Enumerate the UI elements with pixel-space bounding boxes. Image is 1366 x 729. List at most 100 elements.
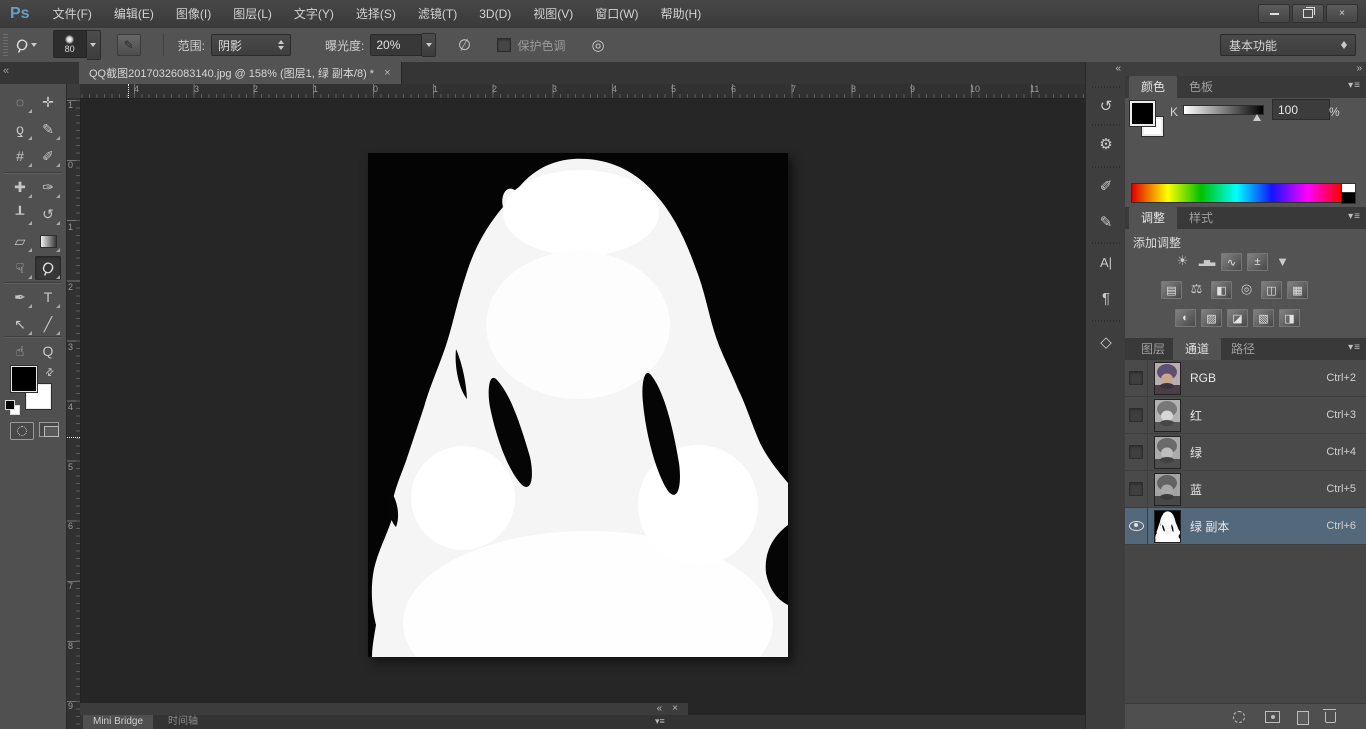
tab-mini-bridge[interactable]: Mini Bridge [83,715,153,729]
new-channel-button[interactable] [1297,711,1309,725]
menu-view[interactable]: 视图(V) [522,0,584,28]
menu-file[interactable]: 文件(F) [42,0,103,28]
zoom-tool[interactable]: Q [35,339,61,363]
color-spectrum-ramp[interactable] [1131,183,1342,203]
dodge-tool[interactable]: Ϙ [35,256,61,280]
menu-type[interactable]: 文字(Y) [283,0,345,28]
collapse-arrows-icon[interactable]: « [3,65,9,77]
minimize-button[interactable] [1258,4,1290,23]
horizontal-ruler[interactable]: 4 3 2 1 0 1 2 3 4 5 6 7 8 9 10 11 [80,84,1085,99]
panel-menu-icon[interactable]: ▾≡ [655,716,665,727]
quick-mask-button[interactable] [10,422,34,440]
menu-filter[interactable]: 滤镜(T) [407,0,468,28]
elliptical-marquee-tool[interactable]: ◌ [7,90,33,114]
workspace-switcher[interactable]: 基本功能 [1220,34,1356,56]
channel-row-blue[interactable]: 蓝 Ctrl+5 [1125,471,1366,508]
smudge-tool[interactable]: ☟ [7,256,33,280]
black-white-icon[interactable]: ◧ [1211,281,1232,299]
document-tab[interactable]: QQ截图20170326083140.jpg @ 158% (图层1, 绿 副本… [79,62,402,84]
character-panel-button[interactable]: A| [1091,248,1121,276]
black-swatch[interactable] [1341,192,1356,204]
vibrance-icon[interactable]: ▼ [1273,253,1292,269]
save-selection-button[interactable] [1265,711,1280,723]
brightness-contrast-icon[interactable]: ☀ [1173,253,1192,269]
menu-help[interactable]: 帮助(H) [650,0,713,28]
channel-row-green[interactable]: 绿 Ctrl+4 [1125,434,1366,471]
restore-button[interactable] [1292,4,1324,23]
lasso-tool[interactable]: ƍ [7,117,33,141]
tab-channels[interactable]: 通道 [1173,338,1221,360]
menu-window[interactable]: 窗口(W) [584,0,649,28]
tool-preset-picker[interactable]: Ϙ [16,37,37,54]
brush-panel-button[interactable]: ✐ [1091,172,1121,200]
exposure-icon[interactable]: ± [1247,253,1268,271]
channel-row-red[interactable]: 红 Ctrl+3 [1125,397,1366,434]
tab-adjustments[interactable]: 调整 [1129,207,1177,229]
menu-select[interactable]: 选择(S) [345,0,407,28]
foreground-color-swatch[interactable] [1130,101,1155,126]
spot-healing-brush-tool[interactable]: ✚ [7,175,33,199]
menu-3d[interactable]: 3D(D) [468,0,522,28]
quick-selection-tool[interactable]: ✎ [35,117,61,141]
default-colors-icon[interactable] [5,400,15,410]
channel-mixer-icon[interactable]: ◫ [1261,281,1282,299]
pen-tool[interactable]: ✒ [7,285,33,309]
airbrush-toggle-icon[interactable]: ∅ [457,35,473,55]
hand-tool[interactable]: ☝ [7,339,33,363]
options-grip[interactable] [3,34,8,56]
brush-size-picker[interactable]: 80 [53,30,101,60]
exposure-input[interactable]: 20% [370,34,422,56]
move-tool[interactable]: ✛ [35,90,61,114]
screen-mode-button[interactable] [39,422,59,437]
photo-filter-icon[interactable]: ◎ [1237,281,1256,297]
color-lookup-icon[interactable]: ▦ [1287,281,1308,299]
menu-layer[interactable]: 图层(L) [222,0,283,28]
eraser-tool[interactable]: ▱ [7,229,33,253]
visibility-cell[interactable] [1125,508,1148,544]
visibility-cell[interactable] [1125,471,1148,507]
tab-timeline[interactable]: 时间轴 [158,715,208,729]
path-selection-tool[interactable]: ↖ [7,312,33,336]
swap-colors-icon[interactable]: ⇄ [43,366,57,380]
posterize-icon[interactable]: ▨ [1201,309,1222,327]
hue-saturation-icon[interactable]: ▤ [1161,281,1182,299]
exposure-dropdown-button[interactable] [422,33,436,57]
vertical-ruler[interactable]: 1 0 1 2 3 4 5 6 7 8 9 [66,98,81,729]
tab-color[interactable]: 颜色 [1129,76,1177,98]
line-tool[interactable]: ╱ [35,312,61,336]
visibility-cell[interactable] [1125,434,1148,470]
invert-icon[interactable]: ◐ [1175,309,1196,327]
panel-menu-icon[interactable]: ▾≡ [1348,80,1361,91]
foreground-color-swatch[interactable] [11,366,37,392]
history-panel-button[interactable]: ↺ [1091,92,1121,120]
close-button[interactable]: × [1326,4,1358,23]
range-select[interactable]: 阴影 [211,34,291,56]
channel-row-green-copy[interactable]: 绿 副本 Ctrl+6 [1125,508,1366,545]
clone-stamp-tool[interactable]: ┸ [7,202,33,226]
close-document-icon[interactable]: × [384,67,390,79]
channel-row-rgb[interactable]: RGB Ctrl+2 [1125,360,1366,397]
collapse-to-icons-icon[interactable]: » [1356,63,1362,74]
protect-tones-checkbox[interactable] [497,38,511,52]
panel-menu-icon[interactable]: ▾≡ [1348,211,1361,222]
toggle-brush-panel-button[interactable]: ✎ [117,34,141,56]
tab-layers[interactable]: 图层 [1129,338,1177,360]
ruler-origin-box[interactable] [66,84,81,99]
brush-presets-panel-button[interactable]: ✎ [1091,208,1121,236]
levels-icon[interactable]: ▂▅▃ [1197,253,1216,269]
gradient-map-icon[interactable]: ▧ [1253,309,1274,327]
3d-panel-button[interactable]: ◇ [1091,328,1121,356]
collapse-arrows-icon[interactable]: « [657,703,663,715]
tab-swatches[interactable]: 色板 [1177,76,1225,98]
k-slider-track[interactable] [1183,105,1264,115]
load-selection-button[interactable] [1233,711,1245,723]
panel-menu-icon[interactable]: ▾≡ [1348,342,1361,353]
k-value-input[interactable]: 100 [1272,99,1330,120]
brush-tool[interactable]: ✑ [35,175,61,199]
expand-panels-icon[interactable]: « [1115,63,1121,74]
tablet-pressure-icon[interactable]: ◎ [591,36,604,54]
tab-paths[interactable]: 路径 [1219,338,1267,360]
color-balance-icon[interactable]: ⚖ [1187,281,1206,297]
gradient-tool[interactable] [35,229,61,253]
history-brush-tool[interactable]: ↺ [35,202,61,226]
